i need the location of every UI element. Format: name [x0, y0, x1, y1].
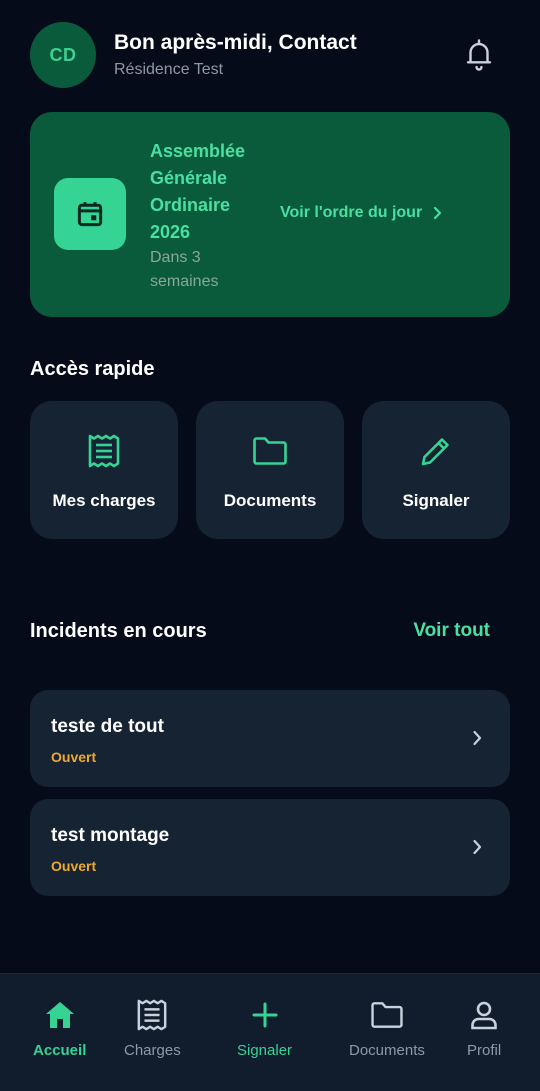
nav-label: Charges — [124, 1042, 181, 1059]
quick-access-row: Mes charges Documents Signaler — [30, 401, 510, 539]
bottom-nav: Accueil Charges Signaler Documents Profi… — [0, 973, 540, 1091]
nav-charges[interactable]: Charges — [124, 998, 181, 1059]
view-agenda-label: Voir l'ordre du jour — [280, 204, 423, 221]
person-icon — [471, 1001, 497, 1030]
receipt-icon — [88, 434, 120, 468]
nav-home[interactable]: Accueil — [33, 998, 86, 1059]
receipt-icon — [137, 999, 167, 1031]
home-icon — [45, 1002, 74, 1028]
nav-profile[interactable]: Profil — [467, 998, 501, 1059]
chevron-right-icon — [434, 206, 442, 220]
view-agenda-link[interactable]: Voir l'ordre du jour — [280, 204, 442, 222]
incident-title: test montage — [51, 825, 170, 846]
incident-status: Ouvert — [51, 749, 97, 765]
quick-tile-label: Mes charges — [52, 491, 156, 510]
event-countdown: Dans 3 semaines — [150, 249, 219, 290]
bell-icon[interactable] — [464, 38, 494, 72]
folder-icon — [253, 437, 287, 465]
greeting: Bon après-midi, Contact — [114, 31, 357, 54]
nav-report[interactable]: Signaler — [237, 998, 292, 1059]
nav-label: Profil — [467, 1042, 502, 1059]
nav-documents[interactable]: Documents — [349, 998, 425, 1059]
header-text: Bon après-midi, Contact Résidence Test — [114, 31, 510, 79]
residence-name: Résidence Test — [114, 61, 224, 78]
folder-icon — [371, 1002, 403, 1028]
quick-tile-label: Documents — [223, 491, 317, 510]
event-icon-box — [54, 178, 126, 250]
incidents-title: Incidents en cours — [30, 620, 207, 642]
quick-tile-label: Signaler — [402, 491, 470, 510]
incident-title: teste de tout — [51, 716, 164, 737]
see-all-link[interactable]: Voir tout — [413, 620, 490, 642]
event-card[interactable]: Assemblée Générale Ordinaire 2026 Dans 3… — [30, 112, 510, 317]
chevron-right-icon — [473, 730, 482, 746]
nav-label: Accueil — [33, 1042, 87, 1059]
incident-status: Ouvert — [51, 858, 97, 874]
nav-label: Signaler — [237, 1042, 293, 1059]
quick-tile-documents[interactable]: Documents — [196, 401, 344, 539]
incident-card[interactable]: test montage Ouvert — [30, 799, 510, 896]
quick-tile-report[interactable]: Signaler — [362, 401, 510, 539]
nav-label: Documents — [349, 1042, 425, 1059]
chevron-right-icon — [473, 839, 482, 855]
pencil-icon — [421, 438, 449, 466]
calendar-icon — [77, 202, 103, 227]
plus-icon — [252, 1002, 278, 1028]
header: CD Bon après-midi, Contact Résidence Tes… — [30, 22, 510, 88]
incident-card[interactable]: teste de tout Ouvert — [30, 690, 510, 787]
avatar[interactable]: CD — [30, 22, 96, 88]
event-title: Assemblée Générale Ordinaire 2026 — [150, 141, 246, 242]
home-screen: CD Bon après-midi, Contact Résidence Tes… — [0, 0, 540, 1091]
quick-access-title: Accès rapide — [30, 358, 155, 380]
quick-tile-charges[interactable]: Mes charges — [30, 401, 178, 539]
